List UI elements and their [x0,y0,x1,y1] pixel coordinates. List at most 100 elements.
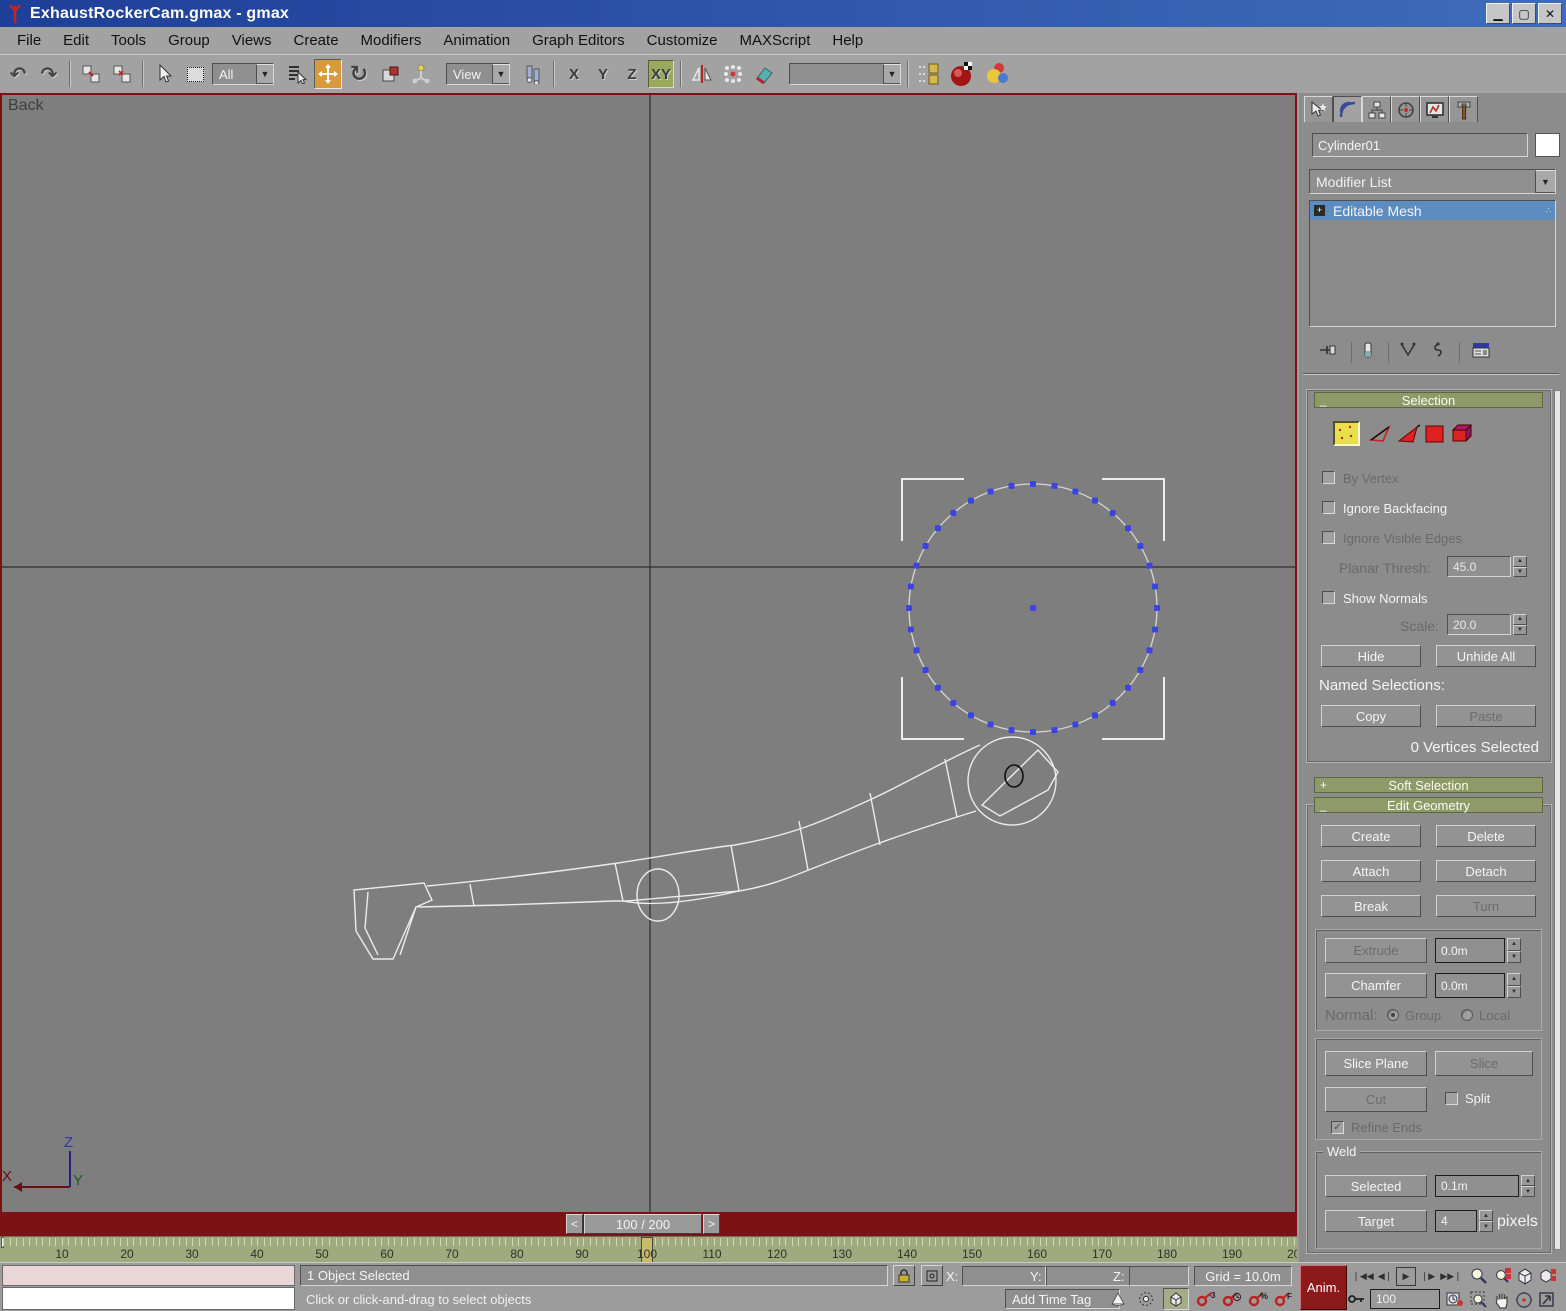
unlink-icon[interactable] [108,59,136,89]
animate-button[interactable]: Anim. [1300,1265,1347,1310]
go-to-end-button[interactable]: ▶▶❘ [1440,1267,1462,1286]
next-frame-button[interactable]: ❘▶ [1420,1267,1436,1286]
menu-tools[interactable]: Tools [100,30,157,51]
go-to-start-button[interactable]: ❘◀◀ [1352,1267,1374,1286]
chevron-down-icon[interactable]: ▼ [256,64,273,84]
menu-animation[interactable]: Animation [432,30,521,51]
cut-button[interactable]: Cut [1325,1087,1427,1112]
material-editor-icon[interactable] [981,59,1013,89]
select-and-scale-icon[interactable] [376,59,404,89]
zoom-all-icon[interactable] [1492,1266,1514,1286]
named-selection-dropdown[interactable]: ▼ [789,63,901,85]
select-and-move-icon[interactable] [314,59,342,89]
planar-thresh-field[interactable]: 45.0 [1447,556,1511,577]
keymode-toggle-icon[interactable] [1163,1288,1189,1310]
create-button[interactable]: Create [1321,825,1421,847]
key-filter-f-icon[interactable]: F [1272,1289,1296,1309]
chamfer-spinner[interactable]: ▲▼ [1507,973,1521,998]
tab-utilities[interactable] [1449,96,1478,122]
tab-hierarchy[interactable] [1362,96,1391,122]
pan-hand-icon[interactable] [1491,1290,1513,1310]
align-icon[interactable] [750,59,778,89]
add-time-tag-field[interactable]: Add Time Tag [1005,1289,1120,1309]
subobject-edge-button[interactable] [1369,424,1392,444]
break-button[interactable]: Break [1321,895,1421,917]
previous-frame-button[interactable]: ◀❘ [1377,1267,1393,1286]
weld-selected-button[interactable]: Selected [1325,1175,1427,1197]
region-zoom-icon[interactable] [1468,1290,1490,1310]
layer-manager-icon[interactable] [915,59,943,89]
maxscript-mini-listener-white[interactable] [2,1287,295,1310]
maximize-button[interactable]: ▢ [1512,3,1536,24]
object-color-swatch[interactable] [1535,133,1560,157]
pin-stack-icon[interactable] [1319,342,1337,363]
menu-help[interactable]: Help [821,30,874,51]
edit-geometry-rollout-header[interactable]: _ Edit Geometry [1314,797,1543,813]
modifier-stack[interactable]: + Editable Mesh ∴ [1309,200,1556,327]
menu-customize[interactable]: Customize [636,30,729,51]
ignore-visible-edges-checkbox[interactable] [1322,531,1335,544]
zoom-icon[interactable] [1468,1266,1490,1286]
restrict-xy-plane-button[interactable]: XY [648,60,674,88]
delete-button[interactable]: Delete [1436,825,1536,847]
selection-filter-dropdown[interactable]: All ▼ [212,63,274,85]
normal-group-radio[interactable] [1387,1009,1399,1021]
set-key-icon[interactable] [1348,1290,1366,1308]
chevron-down-icon[interactable]: ▼ [1535,170,1555,193]
menu-create[interactable]: Create [283,30,350,51]
track-bar[interactable]: 1020304050607080901001101201301401501601… [0,1236,1297,1262]
select-object-icon[interactable] [150,59,178,89]
detach-button[interactable]: Detach [1436,860,1536,882]
copy-button[interactable]: Copy [1321,705,1421,727]
menu-views[interactable]: Views [221,30,283,51]
close-button[interactable]: ✕ [1538,3,1562,24]
array-icon[interactable] [719,59,747,89]
time-slider-bar[interactable]: < 100 / 200 > [0,1212,1297,1236]
manipulate-icon[interactable] [407,59,435,89]
keyfilter-sphere-icon[interactable] [1106,1289,1130,1309]
chevron-down-icon[interactable]: ▼ [883,64,900,84]
key-filter-3-icon[interactable]: 3 [1194,1289,1218,1309]
soft-selection-rollout-header[interactable]: + Soft Selection [1314,777,1543,793]
menu-group[interactable]: Group [157,30,221,51]
extrude-spinner[interactable]: ▲▼ [1507,938,1521,963]
key-filter-time-icon[interactable] [1220,1289,1244,1309]
weld-target-spinner[interactable]: ▲▼ [1479,1210,1493,1232]
normal-local-radio[interactable] [1461,1009,1473,1021]
chevron-down-icon[interactable]: ▼ [492,64,509,84]
slice-button[interactable]: Slice [1435,1051,1533,1076]
menu-modifiers[interactable]: Modifiers [350,30,433,51]
tab-create[interactable] [1304,96,1333,122]
viewport-back[interactable]: Back [0,93,1297,1212]
remove-modifier-icon[interactable] [1431,342,1445,363]
absolute-offset-mode-icon[interactable] [921,1265,943,1286]
zoom-extents-all-icon[interactable] [1537,1266,1559,1286]
min-max-toggle-icon[interactable] [1536,1290,1558,1310]
select-by-name-icon[interactable] [283,59,311,89]
subobject-face-button[interactable] [1397,424,1420,449]
restrict-z-button[interactable]: Z [619,60,645,88]
scale-spinner[interactable]: ▲▼ [1513,614,1527,635]
subobject-vertex-button[interactable] [1333,421,1360,446]
tab-modify[interactable] [1333,96,1362,122]
menu-edit[interactable]: Edit [52,30,100,51]
tab-motion[interactable] [1391,96,1420,122]
title-bar[interactable]: ExhaustRockerCam.gmax - gmax ▁ ▢ ✕ [0,0,1566,27]
show-end-result-icon[interactable] [1351,342,1374,363]
select-and-rotate-icon[interactable]: ↻ [345,59,373,89]
unhide-all-button[interactable]: Unhide All [1436,645,1536,667]
z-coordinate-field[interactable] [1129,1266,1189,1286]
weld-selected-spinner[interactable]: ▲▼ [1521,1175,1535,1197]
redo-icon[interactable]: ↷ [35,59,63,89]
mirror-icon[interactable] [688,59,716,89]
hide-button[interactable]: Hide [1321,645,1421,667]
object-name-field[interactable]: Cylinder01 [1312,133,1528,157]
attach-button[interactable]: Attach [1321,860,1421,882]
time-slider-prev-button[interactable]: < [566,1214,583,1234]
select-and-link-icon[interactable] [77,59,105,89]
subobject-polygon-button[interactable] [1425,425,1445,444]
current-frame-field[interactable]: 100 [1370,1289,1440,1309]
zoom-extents-icon[interactable] [1514,1266,1536,1286]
weld-target-button[interactable]: Target [1325,1210,1427,1232]
arc-rotate-icon[interactable] [1513,1290,1535,1310]
